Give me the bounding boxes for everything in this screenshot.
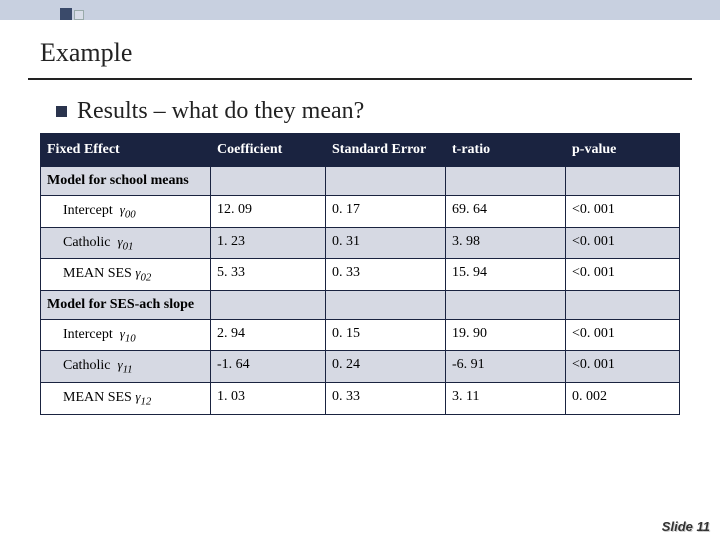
section-header-ses-slope: Model for SES-ach slope [41,290,680,319]
gamma-symbol: γ02 [135,265,151,280]
row-t: 3. 98 [446,227,566,259]
row-p: <0. 001 [566,196,680,228]
gamma-symbol: γ12 [135,389,151,404]
row-coef: 5. 33 [211,259,326,291]
row-label: Catholic γ01 [41,227,211,259]
table-row: MEAN SES γ12 1. 03 0. 33 3. 11 0. 002 [41,382,680,414]
table-row: Catholic γ11 -1. 64 0. 24 -6. 91 <0. 001 [41,351,680,383]
row-se: 0. 15 [326,319,446,351]
row-label: Catholic γ11 [41,351,211,383]
row-t: 69. 64 [446,196,566,228]
row-label: Intercept γ00 [41,196,211,228]
subtitle-row: Results – what do they mean? [0,80,720,133]
results-table: Fixed Effect Coefficient Standard Error … [40,133,680,415]
table-header-row: Fixed Effect Coefficient Standard Error … [41,134,680,167]
row-label: MEAN SES γ12 [41,382,211,414]
col-coefficient: Coefficient [211,134,326,167]
row-label: Intercept γ10 [41,319,211,351]
row-p: <0. 001 [566,259,680,291]
row-label: MEAN SES γ02 [41,259,211,291]
row-se: 0. 24 [326,351,446,383]
section-label: Model for school means [41,167,211,196]
table-row: Intercept γ00 12. 09 0. 17 69. 64 <0. 00… [41,196,680,228]
row-t: -6. 91 [446,351,566,383]
accent-square-light [74,10,84,20]
row-p: <0. 001 [566,227,680,259]
row-coef: 12. 09 [211,196,326,228]
table-row: Catholic γ01 1. 23 0. 31 3. 98 <0. 001 [41,227,680,259]
col-p-value: p-value [566,134,680,167]
row-coef: 1. 23 [211,227,326,259]
slide-number: Slide 11 [662,519,710,534]
slide-top-accent [0,0,720,20]
row-p: 0. 002 [566,382,680,414]
row-t: 19. 90 [446,319,566,351]
col-fixed-effect: Fixed Effect [41,134,211,167]
col-standard-error: Standard Error [326,134,446,167]
gamma-symbol: γ10 [120,326,136,341]
section-header-school-means: Model for school means [41,167,680,196]
section-label: Model for SES-ach slope [41,290,211,319]
row-coef: -1. 64 [211,351,326,383]
row-p: <0. 001 [566,319,680,351]
row-se: 0. 31 [326,227,446,259]
gamma-symbol: γ00 [120,202,136,217]
row-coef: 1. 03 [211,382,326,414]
row-coef: 2. 94 [211,319,326,351]
row-t: 15. 94 [446,259,566,291]
gamma-symbol: γ01 [117,234,133,249]
bullet-icon [56,106,67,117]
row-se: 0. 33 [326,382,446,414]
table-row: MEAN SES γ02 5. 33 0. 33 15. 94 <0. 001 [41,259,680,291]
row-se: 0. 17 [326,196,446,228]
page-title: Example [0,20,720,68]
accent-square-dark [60,8,72,20]
col-t-ratio: t-ratio [446,134,566,167]
row-p: <0. 001 [566,351,680,383]
row-t: 3. 11 [446,382,566,414]
table-row: Intercept γ10 2. 94 0. 15 19. 90 <0. 001 [41,319,680,351]
subtitle: Results – what do they mean? [77,98,364,125]
row-se: 0. 33 [326,259,446,291]
gamma-symbol: γ11 [117,357,132,372]
